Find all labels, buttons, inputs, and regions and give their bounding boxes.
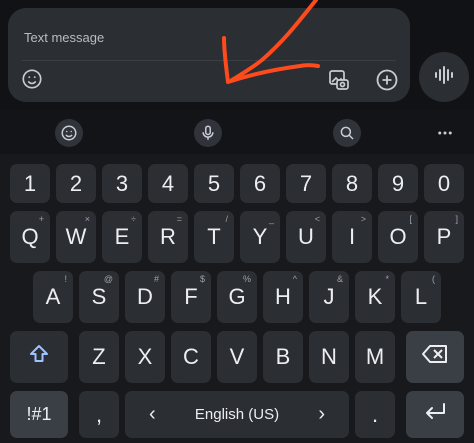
compose-divider xyxy=(22,60,396,61)
key-4[interactable]: 4 xyxy=(148,164,188,203)
key-6[interactable]: 6 xyxy=(240,164,280,203)
enter-key[interactable] xyxy=(406,391,464,438)
key-f[interactable]: $ F xyxy=(171,271,211,323)
key-y[interactable]: _ Y xyxy=(240,211,280,263)
emoji-icon[interactable] xyxy=(55,119,83,147)
key-g[interactable]: % G xyxy=(217,271,257,323)
key-8[interactable]: 8 xyxy=(332,164,372,203)
key-3[interactable]: 3 xyxy=(102,164,142,203)
key-i[interactable]: > I xyxy=(332,211,372,263)
space-bar[interactable]: ‹ English (US) › xyxy=(125,391,349,438)
keyboard-toolbar xyxy=(0,110,474,154)
space-right-arrow: › xyxy=(318,403,325,425)
key-b[interactable]: B xyxy=(263,331,303,383)
key-t[interactable]: / T xyxy=(194,211,234,263)
key-l[interactable]: (L xyxy=(401,271,441,323)
voice-waveform-icon xyxy=(432,63,456,92)
period-key[interactable]: . xyxy=(355,391,395,438)
key-1[interactable]: 1 xyxy=(10,164,50,203)
voice-message-button[interactable] xyxy=(419,52,469,102)
enter-icon xyxy=(422,401,448,429)
key-s[interactable]: @ S xyxy=(79,271,119,323)
key-v[interactable]: V xyxy=(217,331,257,383)
comma-key[interactable]: , xyxy=(79,391,119,438)
shift-icon xyxy=(27,342,51,372)
key-5[interactable]: 5 xyxy=(194,164,234,203)
key-a[interactable]: ! A xyxy=(33,271,73,323)
key-d[interactable]: # D xyxy=(125,271,165,323)
mic-icon[interactable] xyxy=(194,119,222,147)
key-w[interactable]: × W xyxy=(56,211,96,263)
key-r[interactable]: = R xyxy=(148,211,188,263)
backspace-key[interactable] xyxy=(406,331,464,383)
backspace-icon xyxy=(421,343,449,371)
shift-key[interactable] xyxy=(10,331,68,383)
emoji-icon[interactable] xyxy=(20,67,44,91)
key-n[interactable]: N xyxy=(309,331,349,383)
keyboard: 1 2 3 4 5 6 7 8 9 0 + Q × W ÷ E = R / T _ Y < U… xyxy=(0,154,474,443)
key-j[interactable]: & J xyxy=(309,271,349,323)
key-u[interactable]: < U xyxy=(286,211,326,263)
key-0[interactable]: 0 xyxy=(424,164,464,203)
key-h[interactable]: ^ H xyxy=(263,271,303,323)
key-e[interactable]: ÷ E xyxy=(102,211,142,263)
key-x[interactable]: X xyxy=(125,331,165,383)
key-m[interactable]: M xyxy=(355,331,395,383)
key-z[interactable]: Z xyxy=(79,331,119,383)
key-c[interactable]: C xyxy=(171,331,211,383)
symbols-key[interactable]: !#1 xyxy=(10,391,68,438)
more-icon[interactable] xyxy=(431,119,459,147)
key-q[interactable]: + Q xyxy=(10,211,50,263)
key-2[interactable]: 2 xyxy=(56,164,96,203)
key-o[interactable]: [O xyxy=(378,211,418,263)
space-left-arrow: ‹ xyxy=(149,403,156,425)
add-icon[interactable] xyxy=(374,67,400,93)
message-input[interactable]: Text message xyxy=(24,30,104,45)
search-icon[interactable] xyxy=(333,119,361,147)
gallery-icon[interactable] xyxy=(326,67,352,93)
key-p[interactable]: ] P xyxy=(424,211,464,263)
key-k[interactable]: * K xyxy=(355,271,395,323)
key-7[interactable]: 7 xyxy=(286,164,326,203)
key-9[interactable]: 9 xyxy=(378,164,418,203)
compose-box: Text message xyxy=(8,8,410,102)
space-language-label: English (US) xyxy=(194,406,280,423)
